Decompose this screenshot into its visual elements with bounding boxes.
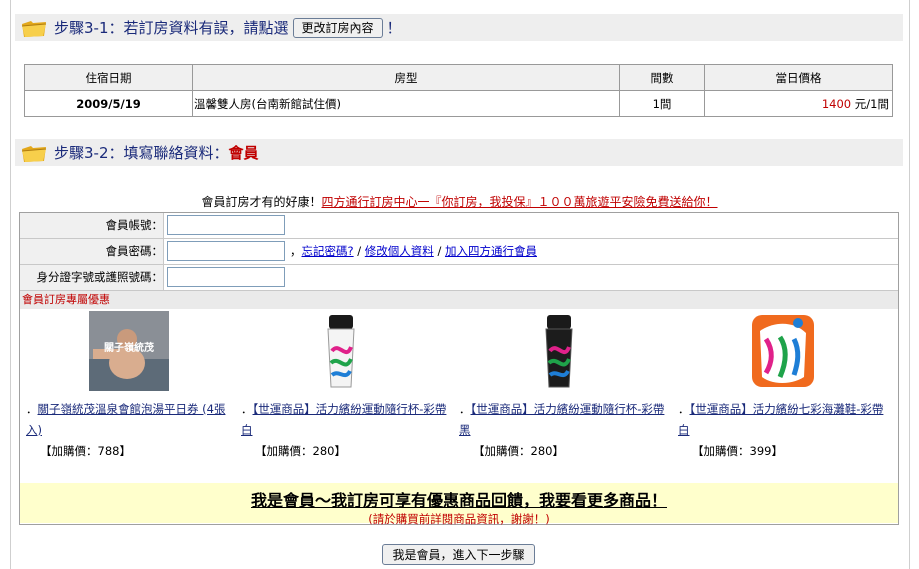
- header-qty: 間數: [619, 64, 705, 91]
- banner-note: (請於購買前詳閱商品資訊，謝謝！): [368, 512, 550, 526]
- product-title: ．【世運商品】活力繽紛七彩海灘鞋-彩帶白: [678, 399, 884, 441]
- promo-line: 會員訂房才有的好康！四方通行訂房中心一『你訂房，我投保』１００萬旅遊平安險免費送…: [0, 193, 919, 210]
- step1-suffix: ！: [386, 19, 402, 37]
- booking-date: 2009/5/19: [24, 90, 193, 117]
- product-price: 【加購價：280】: [255, 444, 346, 458]
- id-label: 身分證字號或護照號碼：: [20, 265, 164, 290]
- beach-sandal-image[interactable]: [744, 311, 824, 391]
- booking-table: 住宿日期 房型 間數 當日價格 2009/5/19 溫馨雙人房(台南新館試住價)…: [24, 64, 893, 117]
- bullet: ．: [678, 402, 690, 416]
- image-caption: 關子嶺統茂: [104, 341, 154, 354]
- bullet: ．: [241, 402, 253, 416]
- product-price: 【加購價：399】: [692, 444, 783, 458]
- header-date: 住宿日期: [24, 64, 193, 91]
- account-input[interactable]: [167, 215, 285, 235]
- special-offer-text: 會員訂房專屬優惠: [22, 293, 110, 306]
- join-member-link[interactable]: 加入四方通行會員: [445, 244, 537, 258]
- booking-qty: 1間: [619, 90, 705, 117]
- product-title: ．關子嶺統茂溫泉會館泡湯平日券 (4張入): [26, 399, 232, 441]
- password-row: 會員密碼： ，忘記密碼? / 修改個人資料 / 加入四方通行會員: [20, 239, 898, 265]
- forgot-password-link[interactable]: 忘記密碼?: [302, 244, 354, 258]
- product-link[interactable]: 關子嶺統茂溫泉會館泡湯平日券 (4張入): [26, 402, 225, 437]
- step2-bar: 步驟3-2：填寫聯絡資料： 會員: [15, 139, 903, 166]
- product-title: ．【世運商品】活力繽紛運動隨行杯-彩帶白: [241, 399, 447, 441]
- product-title: ．【世運商品】活力繽紛運動隨行杯-彩帶黑: [459, 399, 665, 441]
- id-input[interactable]: [167, 267, 285, 287]
- edit-profile-link[interactable]: 修改個人資料: [365, 244, 434, 258]
- header-price: 當日價格: [704, 64, 893, 91]
- links-slash: /: [433, 244, 445, 258]
- hot-spring-image[interactable]: 關子嶺統茂: [89, 311, 169, 391]
- links-slash: /: [353, 244, 365, 258]
- bullet: ．: [26, 402, 38, 416]
- table-row: 2009/5/19 溫馨雙人房(台南新館試住價) 1間 1400 元/1間: [24, 90, 893, 117]
- account-row: 會員帳號：: [20, 213, 898, 239]
- promo-lead: 會員訂房才有的好康！: [201, 195, 322, 209]
- links-separator: ，: [290, 244, 302, 258]
- promo-link[interactable]: 四方通行訂房中心一『你訂房，我投保』１００萬旅遊平安險免費送給你！: [322, 195, 718, 209]
- member-form: 會員帳號： 會員密碼： ，忘記密碼? / 修改個人資料 / 加入四方通行會員 身…: [19, 212, 899, 526]
- step2-title: 步驟3-2：填寫聯絡資料：: [54, 144, 229, 162]
- tumbler-black-image[interactable]: [519, 311, 599, 391]
- product-link[interactable]: 【世運商品】活力繽紛運動隨行杯-彩帶白: [241, 402, 446, 437]
- more-products-banner: 我是會員～我訂房可享有優惠商品回饋，我要看更多商品！ (請於購買前詳閱商品資訊，…: [20, 483, 898, 526]
- booking-room: 溫馨雙人房(台南新館試住價): [192, 90, 620, 117]
- edit-booking-button[interactable]: 更改訂房內容: [292, 17, 383, 38]
- id-row: 身分證字號或護照號碼：: [20, 265, 898, 291]
- step1-title: 步驟3-1：若訂房資料有誤，請點選: [54, 19, 289, 37]
- tumbler-white-image[interactable]: [301, 311, 381, 391]
- booking-price-cell: 1400 元/1間: [704, 90, 893, 117]
- booking-price: 1400: [821, 96, 852, 111]
- special-offer-heading: 會員訂房專屬優惠: [20, 291, 898, 309]
- password-input[interactable]: [167, 241, 285, 261]
- step2-member-label: 會員: [228, 144, 259, 162]
- next-step-button[interactable]: 我是會員，進入下一步驟: [382, 544, 535, 565]
- folder-icon: [21, 145, 47, 162]
- password-label: 會員密碼：: [20, 239, 164, 264]
- folder-icon: [21, 20, 47, 37]
- product-link[interactable]: 【世運商品】活力繽紛運動隨行杯-彩帶黑: [459, 402, 664, 437]
- account-label: 會員帳號：: [20, 213, 164, 238]
- product-price: 【加購價：788】: [40, 444, 131, 458]
- table-header-row: 住宿日期 房型 間數 當日價格: [24, 64, 893, 91]
- product-link[interactable]: 【世運商品】活力繽紛七彩海灘鞋-彩帶白: [678, 402, 883, 437]
- header-room: 房型: [192, 64, 620, 91]
- bullet: ．: [459, 402, 471, 416]
- booking-price-unit: 元/1間: [854, 96, 889, 111]
- step1-bar: 步驟3-1：若訂房資料有誤，請點選 更改訂房內容 ！: [15, 14, 903, 41]
- account-links: ，忘記密碼? / 修改個人資料 / 加入四方通行會員: [290, 239, 537, 264]
- product-price: 【加購價：280】: [473, 444, 564, 458]
- more-products-link[interactable]: 我是會員～我訂房可享有優惠商品回饋，我要看更多商品！: [20, 487, 898, 511]
